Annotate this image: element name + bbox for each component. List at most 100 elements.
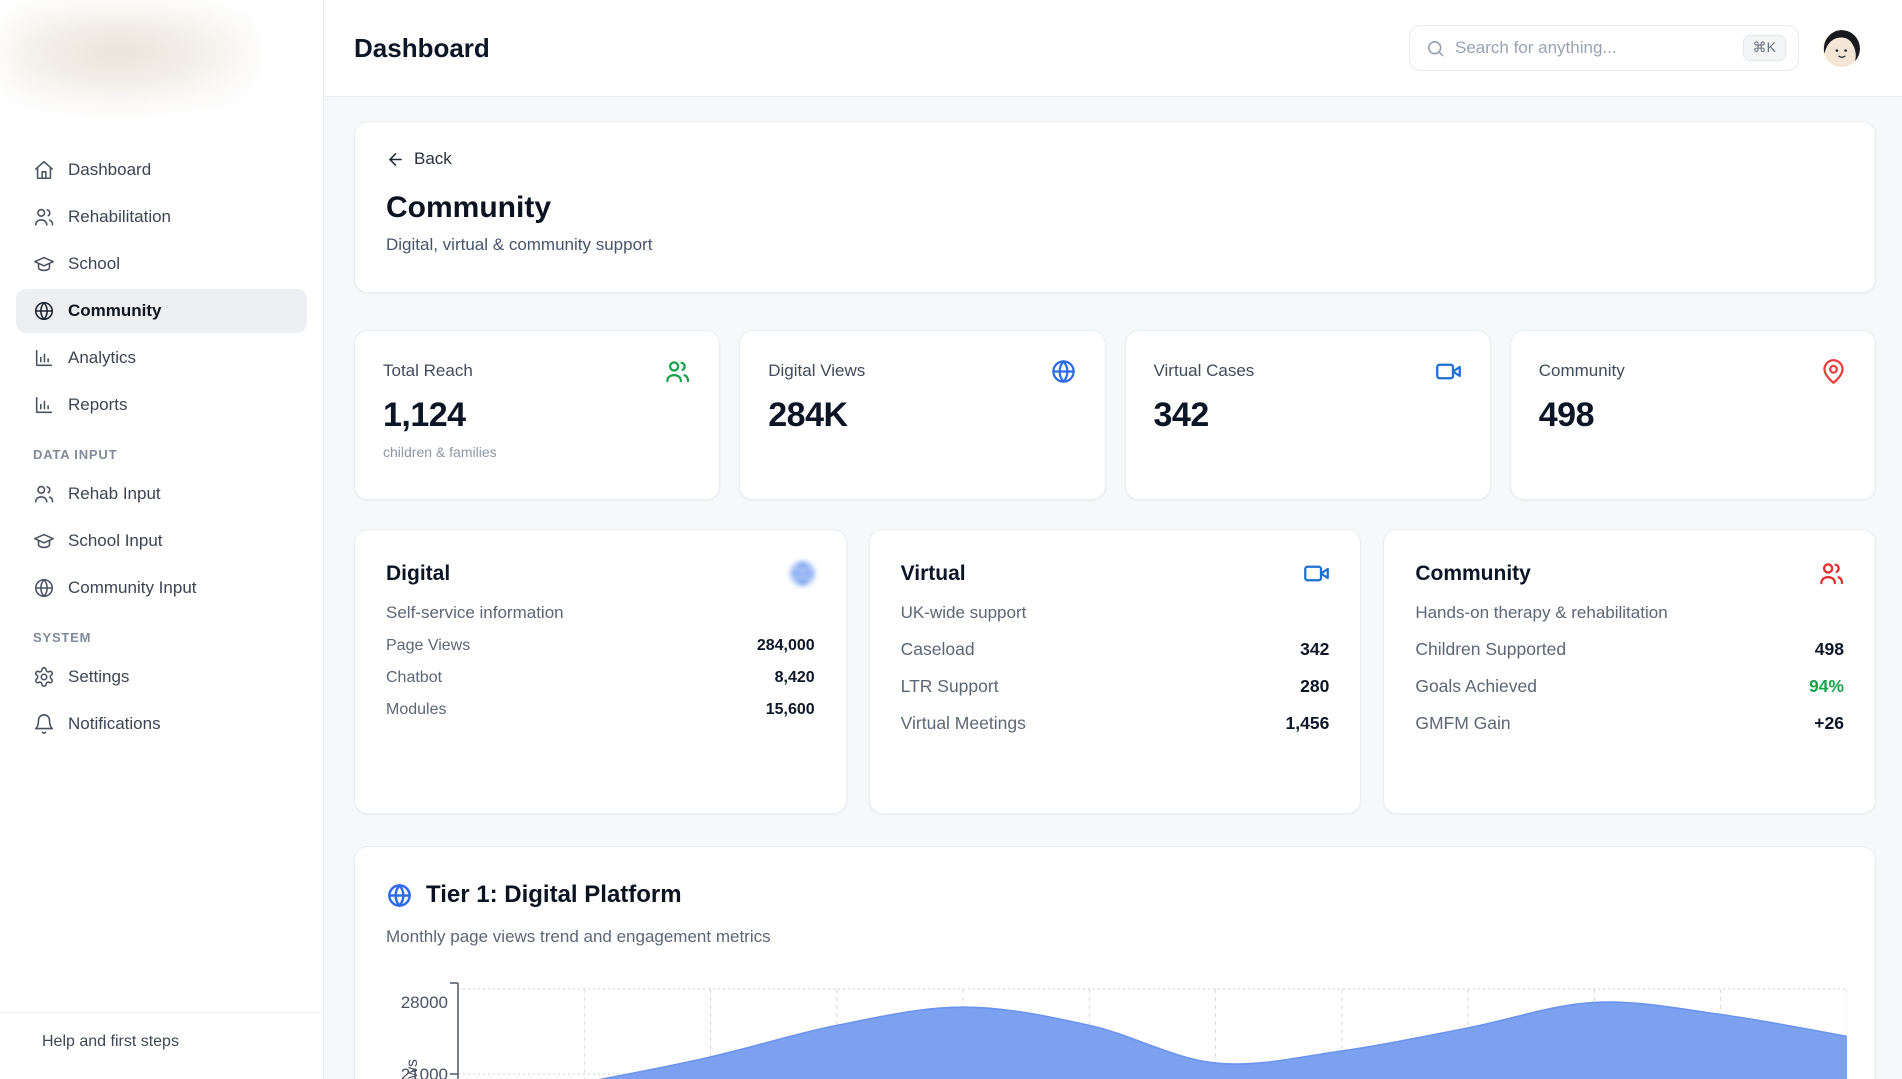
sidebar-nav: Dashboard Rehabilitation School Communit… <box>0 148 323 746</box>
back-button[interactable]: Back <box>386 149 452 169</box>
globe-icon <box>33 577 55 599</box>
tier1-chart-card: Tier 1: Digital Platform Monthly page vi… <box>354 846 1876 1079</box>
users-icon <box>33 206 55 228</box>
users-icon <box>33 483 55 505</box>
globe-icon <box>386 882 413 909</box>
sidebar-item-reports[interactable]: Reports <box>16 383 307 427</box>
sidebar-item-rehab-input[interactable]: Rehab Input <box>16 472 307 516</box>
stat-label: Virtual Cases <box>1154 361 1462 381</box>
stat-card-total-reach: Total Reach 1,124 children & families <box>354 330 720 500</box>
section-subtitle: Digital, virtual & community support <box>386 235 1844 255</box>
sidebar-item-label: Analytics <box>68 348 136 368</box>
tier-subtitle: Self-service information <box>386 603 815 623</box>
sidebar-item-settings[interactable]: Settings <box>16 655 307 699</box>
globe-icon <box>33 300 55 322</box>
sidebar-item-label: Settings <box>68 667 129 687</box>
metric-row: Goals Achieved 94% <box>1415 676 1844 697</box>
arrow-left-icon <box>386 150 405 169</box>
tier-title: Community <box>1415 562 1844 586</box>
help-link[interactable]: Help and first steps <box>0 1012 323 1079</box>
sidebar-item-label: Community Input <box>68 578 197 598</box>
page-title: Dashboard <box>354 33 490 64</box>
globe-icon <box>789 560 816 587</box>
globe-icon <box>1050 358 1077 385</box>
metric-row: GMFM Gain +26 <box>1415 713 1844 734</box>
sidebar-item-community[interactable]: Community <box>16 289 307 333</box>
sidebar-item-label: School <box>68 254 120 274</box>
tier-title: Digital <box>386 562 815 586</box>
stat-label: Digital Views <box>768 361 1076 381</box>
back-label: Back <box>414 149 452 169</box>
sidebar-section-heading-data-input: DATA INPUT <box>33 447 290 462</box>
sidebar-item-label: Rehabilitation <box>68 207 171 227</box>
y-axis-tick: 28000 <box>386 993 448 1013</box>
sidebar-item-label: Reports <box>68 395 128 415</box>
stat-card-digital-views: Digital Views 284K <box>739 330 1105 500</box>
sidebar-item-community-input[interactable]: Community Input <box>16 566 307 610</box>
sidebar-item-label: Community <box>68 301 162 321</box>
y-axis-label: views <box>404 1019 422 1079</box>
main-area: Dashboard ⌘K <box>324 0 1902 1079</box>
tier-title: Virtual <box>901 562 1330 586</box>
chart-title: Tier 1: Digital Platform <box>426 881 682 909</box>
video-camera-icon <box>1303 560 1330 587</box>
sidebar-item-school-input[interactable]: School Input <box>16 519 307 563</box>
graduation-cap-icon <box>33 253 55 275</box>
community-hero-card: Back Community Digital, virtual & commun… <box>354 121 1876 293</box>
section-title: Community <box>386 191 1844 225</box>
sidebar: Dashboard Rehabilitation School Communit… <box>0 0 324 1079</box>
stat-value: 284K <box>768 396 1076 435</box>
metric-row: LTR Support 280 <box>901 676 1330 697</box>
metric-row: Caseload 342 <box>901 639 1330 660</box>
stat-value: 1,124 <box>383 396 691 435</box>
map-pin-icon <box>1820 358 1847 385</box>
global-search[interactable]: ⌘K <box>1409 25 1799 71</box>
top-bar: Dashboard ⌘K <box>324 0 1902 97</box>
tier-card-community: Community Hands-on therapy & rehabilitat… <box>1383 529 1876 814</box>
sidebar-item-label: Dashboard <box>68 160 151 180</box>
graduation-cap-icon <box>33 530 55 552</box>
sidebar-item-label: Notifications <box>68 714 161 734</box>
users-icon <box>1818 560 1845 587</box>
chart-column-icon <box>33 394 55 416</box>
tier-cards-row: Digital Self-service information Page Vi… <box>354 529 1876 814</box>
area-chart-svg <box>450 975 1847 1079</box>
sidebar-item-notifications[interactable]: Notifications <box>16 702 307 746</box>
chart-subtitle: Monthly page views trend and engagement … <box>355 909 1875 947</box>
sidebar-item-analytics[interactable]: Analytics <box>16 336 307 380</box>
stat-cards-row: Total Reach 1,124 children & families Di… <box>354 330 1876 500</box>
tier1-area-chart: 28000 21000 views <box>386 975 1845 1079</box>
search-shortcut-badge: ⌘K <box>1743 35 1786 61</box>
users-icon <box>664 358 691 385</box>
tier-subtitle: Hands-on therapy & rehabilitation <box>1415 603 1844 623</box>
sidebar-item-rehabilitation[interactable]: Rehabilitation <box>16 195 307 239</box>
stat-card-virtual-cases: Virtual Cases 342 <box>1125 330 1491 500</box>
search-icon <box>1426 39 1445 58</box>
avatar[interactable] <box>1823 30 1860 67</box>
gear-icon <box>33 666 55 688</box>
sidebar-item-dashboard[interactable]: Dashboard <box>16 148 307 192</box>
search-input[interactable] <box>1455 38 1733 58</box>
stat-card-community: Community 498 <box>1510 330 1876 500</box>
stat-label: Community <box>1539 361 1847 381</box>
metric-row: Chatbot 8,420 <box>386 669 815 687</box>
stat-value: 498 <box>1539 396 1847 435</box>
sidebar-item-school[interactable]: School <box>16 242 307 286</box>
stat-sublabel: children & families <box>383 444 691 460</box>
tier-card-digital: Digital Self-service information Page Vi… <box>354 529 847 814</box>
bell-icon <box>33 713 55 735</box>
metric-row: Children Supported 498 <box>1415 639 1844 660</box>
sidebar-section-heading-system: SYSTEM <box>33 630 290 645</box>
org-logo <box>6 6 256 110</box>
content: Back Community Digital, virtual & commun… <box>324 97 1902 1079</box>
metric-row: Page Views 284,000 <box>386 637 815 655</box>
sidebar-item-label: School Input <box>68 531 163 551</box>
sidebar-item-label: Rehab Input <box>68 484 161 504</box>
home-icon <box>33 159 55 181</box>
video-camera-icon <box>1435 358 1462 385</box>
stat-label: Total Reach <box>383 361 691 381</box>
tier-subtitle: UK-wide support <box>901 603 1330 623</box>
metric-row: Virtual Meetings 1,456 <box>901 713 1330 734</box>
goals-achieved-value: 94% <box>1809 676 1844 697</box>
metric-row: Modules 15,600 <box>386 701 815 719</box>
